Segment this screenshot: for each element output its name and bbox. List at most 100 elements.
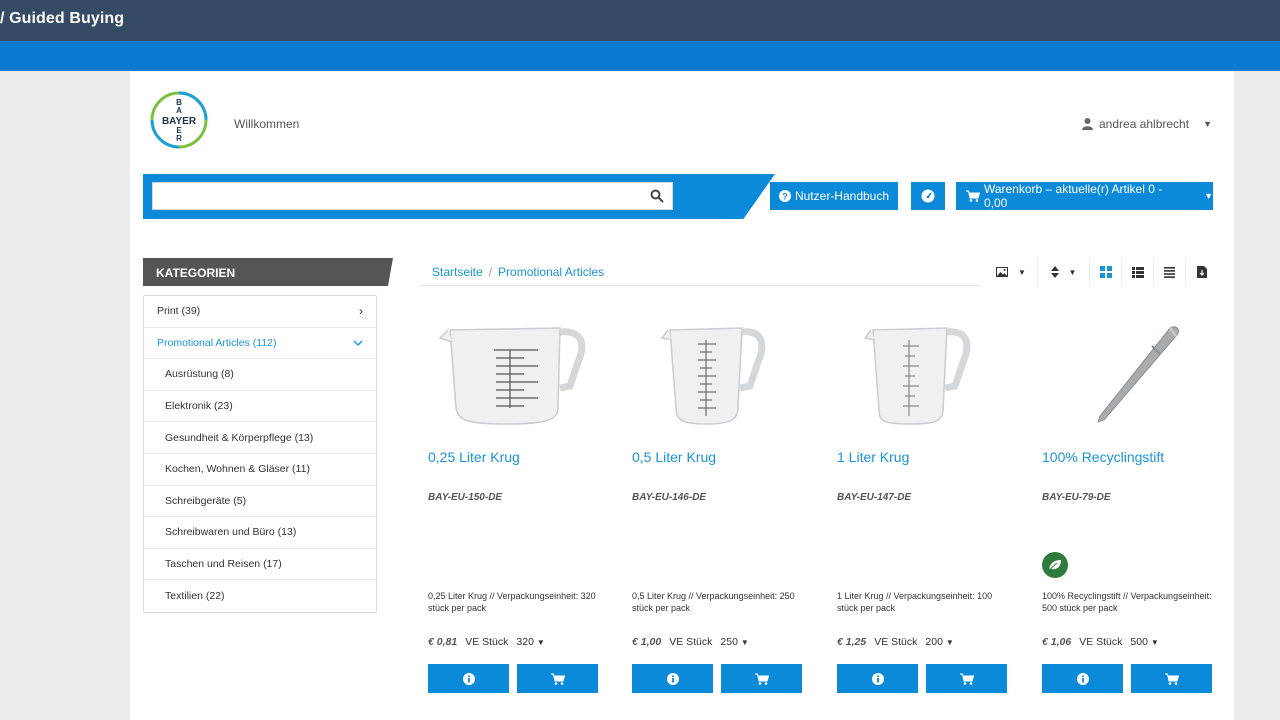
help-manual-button[interactable]: ? Nutzer-Handbuch (770, 182, 898, 210)
chevron-down-icon: ▼ (1204, 191, 1213, 201)
cart-icon (1164, 673, 1179, 685)
product-sku: BAY-EU-147-DE (837, 492, 912, 503)
product-price: € 1,00 (632, 636, 662, 648)
product-unit: VE Stück (465, 636, 509, 648)
quantity-select[interactable]: 500 ▼ (1130, 636, 1158, 648)
product-info-button[interactable] (1042, 664, 1123, 693)
compact-view-button[interactable] (1153, 258, 1185, 286)
sort-icon (1050, 266, 1059, 278)
cart-icon (966, 190, 980, 202)
product-price-row: € 1,06 VE Stück 500 ▼ (1042, 636, 1159, 648)
user-icon (1082, 118, 1093, 130)
search-icon[interactable] (650, 189, 664, 203)
quantity-select[interactable]: 250 ▼ (720, 636, 748, 648)
add-to-cart-button[interactable] (1131, 664, 1212, 693)
category-print[interactable]: Print (39) › (144, 296, 376, 328)
category-label: Schreibwaren und Büro (13) (165, 526, 297, 539)
image-toggle-dropdown[interactable]: ▼ (985, 258, 1037, 286)
category-schreibgeraete[interactable]: Schreibgeräte (5) (144, 486, 376, 518)
list-view-button[interactable] (1121, 258, 1153, 286)
dashboard-button[interactable] (911, 182, 945, 210)
app-header: / Guided Buying (0, 0, 1280, 41)
list-detail-icon (1131, 266, 1144, 278)
chevron-down-icon: ▼ (740, 638, 749, 647)
product-name[interactable]: 0,25 Liter Krug (428, 449, 520, 465)
product-description: 100% Recyclingstift // Verpackungseinhei… (1042, 591, 1212, 613)
product-card: 100% Recyclingstift BAY-EU-79-DE 100% Re… (1034, 316, 1220, 696)
user-menu[interactable]: andrea ahlbrecht ▼ (1082, 117, 1212, 131)
export-button[interactable] (1185, 258, 1217, 286)
product-card: 0,5 Liter Krug BAY-EU-146-DE 0,5 Liter K… (624, 316, 810, 696)
categories-heading: KATEGORIEN (143, 258, 393, 286)
product-info-button[interactable] (428, 664, 509, 693)
cart-button[interactable]: Warenkorb – aktuelle(r) Artikel 0 - 0,00… (956, 182, 1213, 210)
add-to-cart-button[interactable] (721, 664, 802, 693)
question-circle-icon: ? (778, 190, 791, 202)
info-icon (462, 672, 475, 685)
file-download-icon (1196, 266, 1207, 278)
cart-label: Warenkorb – aktuelle(r) Artikel 0 - 0,00 (983, 182, 1163, 210)
view-toolbar: ▼ ▼ (985, 258, 1217, 286)
category-label: Gesundheit & Körperpflege (13) (165, 431, 314, 444)
chevron-down-icon: ▼ (1203, 119, 1212, 129)
measuring-jug-icon[interactable] (420, 316, 606, 436)
product-info-button[interactable] (837, 664, 918, 693)
category-label: Elektronik (23) (165, 400, 233, 413)
eco-badge (1042, 552, 1068, 578)
category-promotional-articles[interactable]: Promotional Articles (112) (144, 328, 376, 360)
product-info-button[interactable] (632, 664, 713, 693)
svg-text:A: A (176, 106, 182, 115)
app-title: / Guided Buying (0, 10, 125, 27)
info-icon (1076, 672, 1089, 685)
product-sku: BAY-EU-146-DE (632, 492, 707, 503)
product-price: € 1,25 (837, 636, 867, 648)
add-to-cart-button[interactable] (517, 664, 598, 693)
category-schreibwaren[interactable]: Schreibwaren und Büro (13) (144, 517, 376, 549)
cart-icon (754, 673, 769, 685)
accent-bar (0, 41, 1280, 71)
category-taschen[interactable]: Taschen und Reisen (17) (144, 549, 376, 581)
category-label: Schreibgeräte (5) (165, 494, 247, 507)
category-textilien[interactable]: Textilien (22) (144, 580, 376, 612)
product-description: 1 Liter Krug // Verpackungseinheit: 100 … (837, 591, 993, 613)
category-gesundheit[interactable]: Gesundheit & Körperpflege (13) (144, 422, 376, 454)
grid-icon (1099, 266, 1112, 278)
quantity-select[interactable]: 200 ▼ (925, 636, 953, 648)
product-price-row: € 1,25 VE Stück 200 ▼ (837, 636, 954, 648)
product-unit: VE Stück (669, 636, 713, 648)
image-icon (996, 267, 1009, 277)
sort-dropdown[interactable]: ▼ (1037, 258, 1089, 286)
pen-icon[interactable] (1034, 316, 1220, 436)
breadcrumb: Startseite / Promotional Articles (420, 258, 980, 286)
search-input[interactable] (153, 183, 639, 209)
category-label: Taschen und Reisen (17) (165, 558, 282, 571)
chevron-down-icon: ▼ (1150, 638, 1159, 647)
info-icon (666, 672, 679, 685)
product-card: 0,25 Liter Krug BAY-EU-150-DE 0,25 Liter… (420, 316, 606, 696)
category-elektronik[interactable]: Elektronik (23) (144, 391, 376, 423)
quantity-select[interactable]: 320 ▼ (516, 636, 544, 648)
category-list: Print (39) › Promotional Articles (112) … (143, 295, 377, 613)
breadcrumb-current[interactable]: Promotional Articles (498, 265, 604, 285)
product-description: 0,25 Liter Krug // Verpackungseinheit: 3… (428, 591, 596, 613)
user-name: andrea ahlbrecht (1099, 117, 1190, 131)
product-name[interactable]: 1 Liter Krug (837, 449, 909, 465)
leaf-icon (1048, 560, 1061, 571)
chevron-down-icon: ▼ (536, 638, 545, 647)
breadcrumb-home[interactable]: Startseite (432, 265, 483, 285)
measuring-jug-icon[interactable] (624, 316, 810, 436)
category-label: Promotional Articles (112) (157, 336, 277, 349)
category-ausruestung[interactable]: Ausrüstung (8) (144, 359, 376, 391)
main-page: BAYER B A E R Willkommen andrea ahlbrech… (130, 71, 1234, 720)
product-name[interactable]: 0,5 Liter Krug (632, 449, 716, 465)
product-name[interactable]: 100% Recyclingstift (1042, 449, 1164, 465)
grid-view-button[interactable] (1089, 258, 1121, 286)
product-price-row: € 1,00 VE Stück 250 ▼ (632, 636, 749, 648)
search-box (152, 182, 673, 210)
add-to-cart-button[interactable] (926, 664, 1007, 693)
category-kochen[interactable]: Kochen, Wohnen & Gläser (11) (144, 454, 376, 486)
product-description: 0,5 Liter Krug // Verpackungseinheit: 25… (632, 591, 795, 613)
measuring-jug-icon[interactable] (829, 316, 1015, 436)
cart-icon (959, 673, 974, 685)
bayer-logo[interactable]: BAYER B A E R (150, 91, 208, 149)
